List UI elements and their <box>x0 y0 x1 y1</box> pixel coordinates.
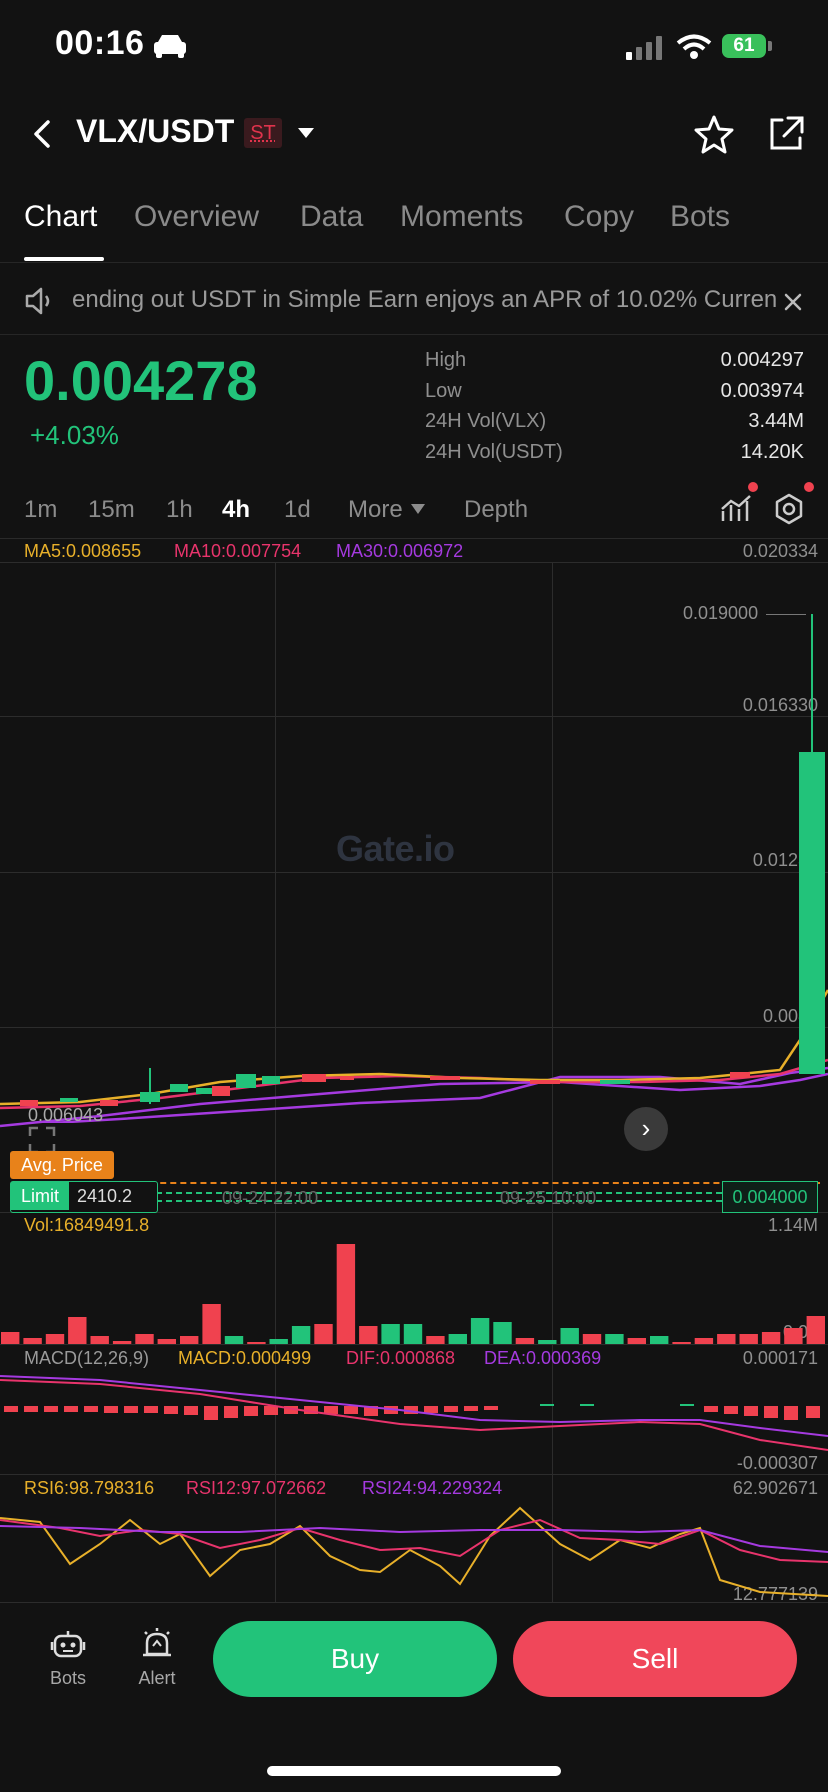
volume-bar <box>269 1339 288 1344</box>
volume-bar <box>45 1334 65 1344</box>
limit-badge[interactable]: Limit 2410.2 <box>10 1181 158 1213</box>
volume-bar <box>605 1334 624 1344</box>
volume-bar <box>403 1324 423 1344</box>
rsi6-line <box>0 1506 828 1597</box>
rsi-axis-top: 62.902671 <box>732 1478 818 1498</box>
bots-icon[interactable] <box>50 1628 86 1662</box>
volume-bar <box>493 1322 512 1344</box>
ma30-path <box>0 1072 828 1128</box>
volume-bar <box>381 1324 400 1344</box>
volume-bar <box>224 1336 244 1344</box>
time-label-1: 09-24 22:00 <box>222 1188 319 1208</box>
macd-params: MACD(12,26,9) <box>24 1348 150 1368</box>
ma10-path <box>0 1058 828 1110</box>
volume-bar <box>23 1338 42 1344</box>
sell-button[interactable]: Sell <box>513 1621 797 1697</box>
volume-bar <box>515 1338 535 1344</box>
price-axis-low-marker: 0.006043 <box>28 1105 104 1125</box>
volume-bar <box>180 1336 199 1344</box>
volume-bar <box>627 1338 646 1344</box>
avg-price-badge[interactable]: Avg. Price <box>10 1151 114 1179</box>
limit-price-badge[interactable]: 0.004000 <box>722 1181 818 1213</box>
alert-label[interactable]: Alert <box>122 1668 192 1689</box>
candle <box>430 1076 460 1080</box>
macd-histogram <box>4 1406 820 1420</box>
grid-h6 <box>0 1344 828 1345</box>
candle <box>60 1098 78 1102</box>
volume-bar <box>90 1336 109 1344</box>
dif-line <box>0 1379 828 1451</box>
volume-bar <box>359 1326 378 1344</box>
candle <box>730 1072 750 1078</box>
volume-bar <box>247 1342 266 1344</box>
volume-bar <box>806 1316 825 1344</box>
alert-icon[interactable] <box>140 1626 174 1660</box>
volume-bar <box>202 1304 221 1344</box>
candle <box>530 1080 560 1084</box>
macd-chart <box>0 1375 828 1451</box>
bots-label[interactable]: Bots <box>33 1668 103 1689</box>
candle <box>140 1092 160 1102</box>
volume-legend: Vol:16849491.8 <box>24 1215 150 1235</box>
macd-axis-top: 0.000171 <box>742 1348 818 1368</box>
candle <box>262 1076 280 1084</box>
buy-button[interactable]: Buy <box>213 1621 497 1697</box>
limit-label: Limit <box>11 1182 70 1210</box>
volume-bar <box>336 1244 356 1344</box>
rsi12-value: RSI12:97.072662 <box>186 1478 327 1498</box>
volume-bar <box>112 1341 132 1344</box>
volume-bar <box>314 1324 333 1344</box>
volume-bar <box>426 1336 445 1344</box>
macd-value: MACD:0.000499 <box>178 1348 312 1368</box>
volume-bar <box>784 1328 803 1344</box>
avg-price-line <box>120 1182 820 1184</box>
candle <box>340 1076 354 1080</box>
volume-bar <box>694 1338 714 1344</box>
candle <box>600 1080 630 1084</box>
expand-icon[interactable] <box>28 1126 56 1154</box>
dif-value: DIF:0.000868 <box>346 1348 456 1368</box>
rsi6-value: RSI6:98.798316 <box>24 1478 155 1498</box>
candle-group <box>20 614 825 1106</box>
macd-histogram-up <box>540 1404 694 1406</box>
volume-bar <box>448 1334 467 1344</box>
price-series <box>0 614 828 1128</box>
rsi-chart <box>0 1506 828 1597</box>
volume-bar <box>582 1334 602 1344</box>
grid-h8 <box>0 1602 828 1603</box>
volume-bar <box>68 1317 87 1344</box>
volume-bar <box>538 1340 557 1344</box>
volume-bar <box>157 1339 176 1344</box>
volume-bar <box>560 1328 579 1344</box>
volume-axis-top: 1.14M <box>767 1215 818 1235</box>
volume-bar <box>672 1342 691 1344</box>
candle <box>196 1088 214 1094</box>
candle <box>302 1074 326 1082</box>
limit-value: 2410.2 <box>77 1186 133 1206</box>
dea-value: DEA:0.000369 <box>484 1348 602 1368</box>
home-indicator <box>267 1766 561 1776</box>
scroll-latest-button[interactable]: › <box>624 1107 668 1151</box>
grid-h7 <box>0 1474 828 1475</box>
volume-bar <box>135 1334 154 1344</box>
volume-bar <box>1 1332 20 1344</box>
candle-spike <box>799 752 825 1074</box>
volume-bar <box>291 1326 311 1344</box>
candle <box>170 1084 188 1092</box>
volume-bars <box>1 1244 825 1344</box>
rsi12-line <box>0 1518 828 1563</box>
rsi24-value: RSI24:94.229324 <box>362 1478 503 1498</box>
volume-bar <box>761 1332 781 1344</box>
candle <box>212 1086 230 1096</box>
volume-bar <box>470 1318 490 1344</box>
volume-bar <box>717 1334 736 1344</box>
candle <box>236 1074 256 1088</box>
volume-bar <box>650 1336 669 1344</box>
time-label-2: 09-25 10:00 <box>500 1188 597 1208</box>
volume-bar <box>739 1334 758 1344</box>
